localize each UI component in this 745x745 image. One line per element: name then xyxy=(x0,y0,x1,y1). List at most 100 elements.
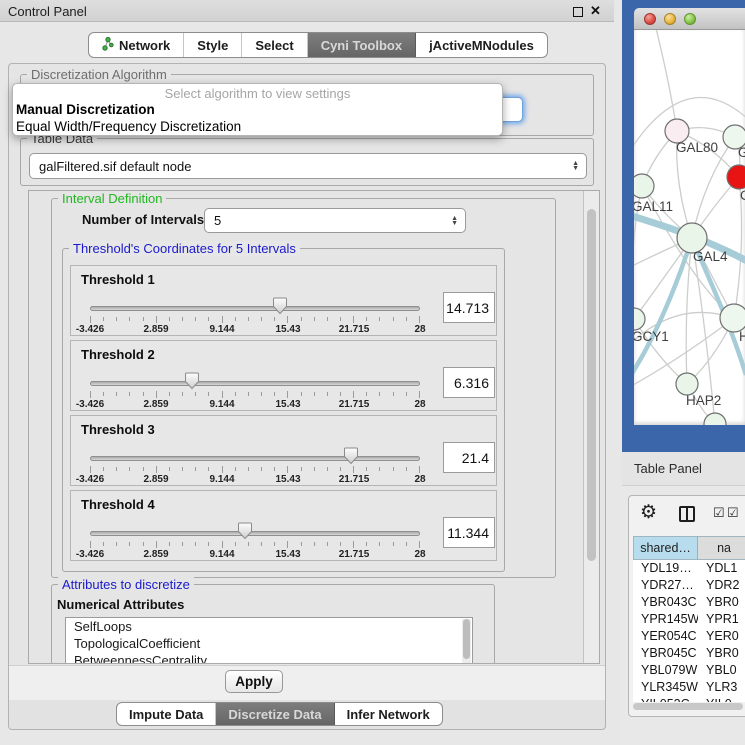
tab-label: Select xyxy=(255,38,293,53)
table-row[interactable]: YIL052CYIL0 xyxy=(633,696,745,702)
network-node[interactable] xyxy=(727,165,745,189)
tab-infer-network[interactable]: Infer Network xyxy=(335,703,442,725)
threshold-label: Threshold 1 xyxy=(81,272,155,287)
checkbox-icon[interactable]: ☑ xyxy=(727,505,739,521)
network-node[interactable] xyxy=(720,304,745,332)
slider-thumb[interactable] xyxy=(237,522,253,540)
network-node[interactable] xyxy=(676,373,698,395)
slider-thumb[interactable] xyxy=(343,447,359,465)
threshold-label: Threshold 4 xyxy=(81,497,155,512)
threshold-panel: Threshold 4-3.4262.8599.14415.4321.71528… xyxy=(70,490,497,561)
slider-track[interactable] xyxy=(90,306,420,311)
slider-track[interactable] xyxy=(90,456,420,461)
close-traffic-light-icon[interactable] xyxy=(644,13,656,25)
control-panel-tab-bar: Network Style Select Cyni Toolbox jActiveMNo… xyxy=(88,32,548,58)
table-row[interactable]: YPR145WYPR1 xyxy=(633,611,745,628)
column-header-shared-name[interactable]: shared… xyxy=(634,537,698,559)
tab-impute-data[interactable]: Impute Data xyxy=(117,703,216,725)
cell-name: YBR0 xyxy=(698,645,745,662)
attributes-legend: Attributes to discretize xyxy=(58,577,194,592)
panel-scrollbar[interactable] xyxy=(583,191,599,663)
table-horizontal-scrollbar[interactable] xyxy=(633,703,745,711)
threshold-value-field[interactable]: 11.344 xyxy=(443,517,495,548)
tab-label: Network xyxy=(119,38,170,53)
cell-shared-name: YBR045C xyxy=(633,645,698,662)
slider-ticks xyxy=(90,316,420,323)
threshold-label: Threshold 3 xyxy=(81,422,155,437)
numerical-attributes-list[interactable]: SelfLoopsTopologicalCoefficientBetweenne… xyxy=(65,617,473,664)
network-node-label: C xyxy=(740,188,745,203)
table-row[interactable]: YBR045CYBR0 xyxy=(633,645,745,662)
tab-label: Discretize Data xyxy=(228,707,321,722)
slider-tick-labels: -3.4262.8599.14415.4321.71528 xyxy=(90,474,420,484)
slider-thumb[interactable] xyxy=(272,297,288,315)
table-row[interactable]: YDR27…YDR2 xyxy=(633,577,745,594)
tab-select[interactable]: Select xyxy=(242,33,307,57)
network-view[interactable]: GAL80GCGAL11GAL4GCY1HHAP2 xyxy=(634,30,745,425)
network-node-label: GAL4 xyxy=(693,249,728,264)
tab-network[interactable]: Network xyxy=(89,33,184,57)
threshold-value-field[interactable]: 6.316 xyxy=(443,367,495,398)
close-icon[interactable]: ✕ xyxy=(590,3,601,19)
algorithm-option[interactable]: Manual Discretization xyxy=(13,101,502,118)
table-data-combobox-value: galFiltered.sif default node xyxy=(39,159,191,174)
minimize-traffic-light-icon[interactable] xyxy=(664,13,676,25)
apply-button[interactable]: Apply xyxy=(225,670,283,693)
number-of-intervals-combobox[interactable]: 5 ▲▼ xyxy=(204,208,466,233)
algorithm-option[interactable]: Equal Width/Frequency Discretization xyxy=(13,118,502,135)
stepper-arrows-icon: ▲▼ xyxy=(572,161,579,171)
numerical-attributes-heading: Numerical Attributes xyxy=(57,597,184,612)
table-header-row: shared… na xyxy=(633,536,745,560)
threshold-value-field[interactable]: 14.713 xyxy=(443,292,495,323)
table-row[interactable]: YLR345WYLR3 xyxy=(633,679,745,696)
tab-label: Impute Data xyxy=(129,707,203,722)
network-node-label: G xyxy=(738,145,745,160)
node-table: shared… na YDL19…YDL1YDR27…YDR2YBR043CYB… xyxy=(633,536,745,702)
cell-name: YPR1 xyxy=(698,611,745,628)
interval-definition-legend: Interval Definition xyxy=(58,191,166,206)
tab-style[interactable]: Style xyxy=(184,33,242,57)
network-node[interactable] xyxy=(634,308,645,330)
table-data-group: Table Data galFiltered.sif default node … xyxy=(20,138,594,186)
table-data-combobox[interactable]: galFiltered.sif default node ▲▼ xyxy=(29,153,587,179)
slider-track[interactable] xyxy=(90,531,420,536)
attribute-list-item[interactable]: TopologicalCoefficient xyxy=(66,635,472,652)
attribute-list-item[interactable]: BetweennessCentrality xyxy=(66,652,472,664)
column-layout-icon[interactable] xyxy=(679,506,695,522)
stepper-arrows-icon: ▲▼ xyxy=(451,216,458,226)
network-node-label: H xyxy=(739,329,745,344)
slider-tick-labels: -3.4262.8599.14415.4321.71528 xyxy=(90,399,420,409)
slider-tick-labels: -3.4262.8599.14415.4321.71528 xyxy=(90,324,420,334)
zoom-traffic-light-icon[interactable] xyxy=(684,13,696,25)
slider-track[interactable] xyxy=(90,381,420,386)
slider-ticks xyxy=(90,391,420,398)
threshold-label: Threshold 2 xyxy=(81,347,155,362)
attribute-list-item[interactable]: SelfLoops xyxy=(66,618,472,635)
cell-shared-name: YBL079W xyxy=(633,662,698,679)
column-header-name[interactable]: na xyxy=(698,537,745,559)
checkbox-icon[interactable]: ☑ xyxy=(713,505,725,521)
table-row[interactable]: YBL079WYBL0 xyxy=(633,662,745,679)
tab-jactivemnodules[interactable]: jActiveMNodules xyxy=(416,33,547,57)
table-row[interactable]: YDL19…YDL1 xyxy=(633,560,745,577)
cell-shared-name: YPR145W xyxy=(633,611,698,628)
cell-shared-name: YDR27… xyxy=(633,577,698,594)
tab-discretize-data[interactable]: Discretize Data xyxy=(216,703,334,725)
table-row[interactable]: YER054CYER0 xyxy=(633,628,745,645)
threshold-value-field[interactable]: 21.4 xyxy=(443,442,495,473)
control-panel-titlebar xyxy=(0,0,614,22)
thresholds-legend: Threshold's Coordinates for 5 Intervals xyxy=(69,241,300,256)
gear-icon[interactable]: ⚙ xyxy=(640,501,657,524)
tab-cyni-toolbox[interactable]: Cyni Toolbox xyxy=(308,33,416,57)
network-window-titlebar xyxy=(634,8,745,30)
network-node-label: GCY1 xyxy=(634,329,669,344)
threshold-panel: Threshold 3 -3.4262.8599.14415.4321.71528… xyxy=(70,415,497,486)
tab-label: jActiveMNodules xyxy=(429,38,534,53)
table-row[interactable]: YBR043CYBR0 xyxy=(633,594,745,611)
slider-thumb[interactable] xyxy=(184,372,200,390)
attributes-scrollbar[interactable] xyxy=(462,619,471,664)
float-window-icon[interactable] xyxy=(573,7,583,17)
attributes-group: Attributes to discretize Numerical Attri… xyxy=(51,584,495,664)
settings-scroll-panel: Interval Definition Number of Intervals … xyxy=(28,190,600,664)
network-node[interactable] xyxy=(634,174,654,198)
